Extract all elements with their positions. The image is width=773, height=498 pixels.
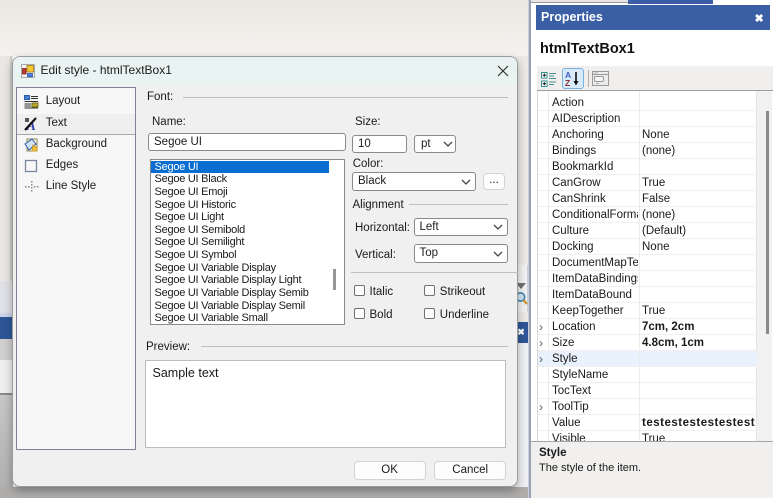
svg-text:Z: Z bbox=[565, 78, 570, 87]
